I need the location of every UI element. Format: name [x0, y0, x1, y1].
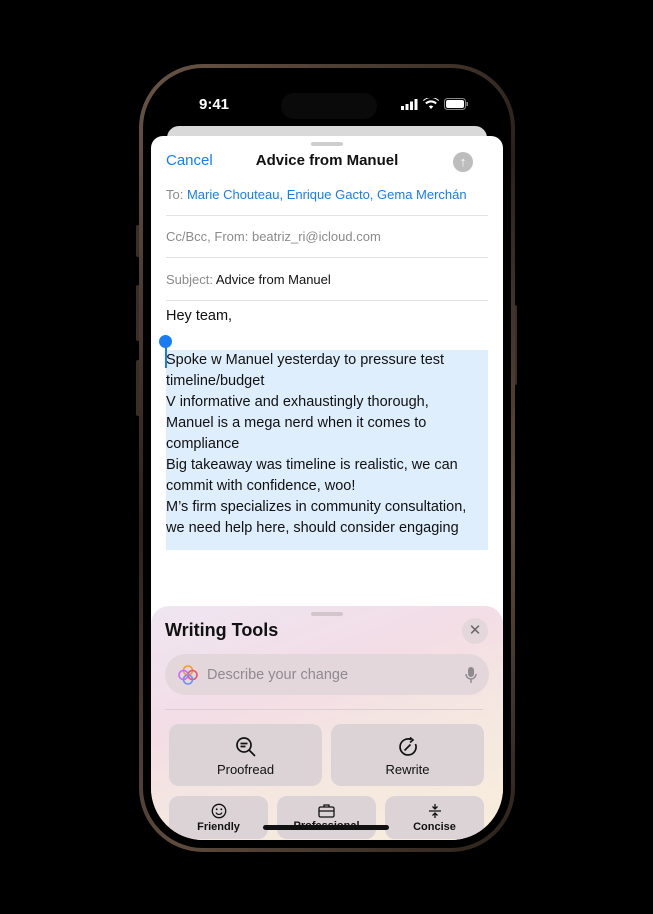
send-button[interactable]: ↑ — [453, 152, 473, 172]
describe-change-input[interactable] — [207, 666, 465, 683]
signal-icon — [401, 98, 418, 110]
wifi-icon — [423, 98, 439, 109]
phone-frame: 9:41 Cancel Advice from Manuel ↑ To: Mar… — [139, 64, 515, 852]
friendly-label: Friendly — [197, 821, 240, 833]
rewrite-circle-icon — [398, 736, 417, 756]
magnifier-text-icon — [235, 737, 256, 757]
dynamic-island — [281, 93, 377, 119]
email-body[interactable]: Spoke w Manuel yesterday to pressure tes… — [166, 350, 466, 539]
compose-title: Advice from Manuel — [255, 152, 399, 169]
from-value: beatriz_ri@icloud.com — [251, 229, 381, 244]
friendly-button[interactable]: Friendly — [169, 796, 268, 839]
cc-label: Cc/Bcc, From: — [166, 229, 249, 244]
body-line: compliance — [166, 436, 240, 452]
cc-from-field[interactable]: Cc/Bcc, From: beatriz_ri@icloud.com — [166, 216, 488, 258]
body-line: V informative and exhaustingly thorough, — [166, 394, 429, 410]
body-line: timeline/budget — [166, 373, 265, 389]
status-bar: 9:41 — [151, 76, 503, 126]
subject-label: Subject: — [166, 272, 213, 287]
body-line: Spoke w Manuel yesterday to pressure tes… — [166, 352, 445, 368]
subject-field[interactable]: Subject: Advice from Manuel — [166, 259, 488, 301]
compose-sheet: Cancel Advice from Manuel ↑ To: Marie Ch… — [151, 136, 503, 840]
describe-change-field[interactable] — [165, 654, 489, 695]
writing-tools-title: Writing Tools — [165, 620, 279, 640]
body-line: Manuel is a mega nerd when it comes to — [166, 415, 427, 431]
apple-intelligence-icon — [178, 664, 198, 685]
rewrite-button[interactable]: Rewrite — [331, 724, 484, 786]
writing-tools-panel: Writing Tools ✕ Proofread Rewrite Friend… — [151, 606, 503, 840]
professional-button[interactable]: Professional — [277, 796, 376, 839]
to-label: To: — [166, 187, 184, 202]
status-time: 9:41 — [199, 96, 230, 113]
greeting: Hey team, — [166, 308, 233, 324]
rewrite-label: Rewrite — [385, 762, 430, 777]
home-indicator[interactable] — [263, 825, 389, 830]
sheet-grabber[interactable] — [311, 142, 343, 146]
battery-icon — [444, 98, 468, 110]
concise-label: Concise — [413, 821, 456, 833]
proofread-label: Proofread — [216, 762, 275, 777]
smiley-icon — [211, 803, 226, 819]
proofread-button[interactable]: Proofread — [169, 724, 322, 786]
to-recipients[interactable]: Marie Chouteau, Enrique Gacto, Gema Merc… — [187, 187, 467, 202]
microphone-icon[interactable] — [465, 666, 477, 684]
divider — [165, 709, 483, 710]
body-line: commit with confidence, woo! — [166, 478, 356, 494]
screen: 9:41 Cancel Advice from Manuel ↑ To: Mar… — [151, 76, 503, 840]
to-field[interactable]: To: Marie Chouteau, Enrique Gacto, Gema … — [166, 174, 488, 216]
body-line: we need help here, should consider engag… — [166, 520, 459, 536]
body-line: M’s firm specializes in community consul… — [166, 499, 467, 515]
subject-value[interactable]: Advice from Manuel — [216, 272, 331, 287]
close-button[interactable]: ✕ — [462, 618, 488, 644]
briefcase-icon — [318, 804, 335, 818]
panel-grabber[interactable] — [311, 612, 343, 616]
compress-icon — [428, 804, 441, 818]
body-line: Big takeaway was timeline is realistic, … — [166, 457, 458, 473]
concise-button[interactable]: Concise — [385, 796, 484, 839]
